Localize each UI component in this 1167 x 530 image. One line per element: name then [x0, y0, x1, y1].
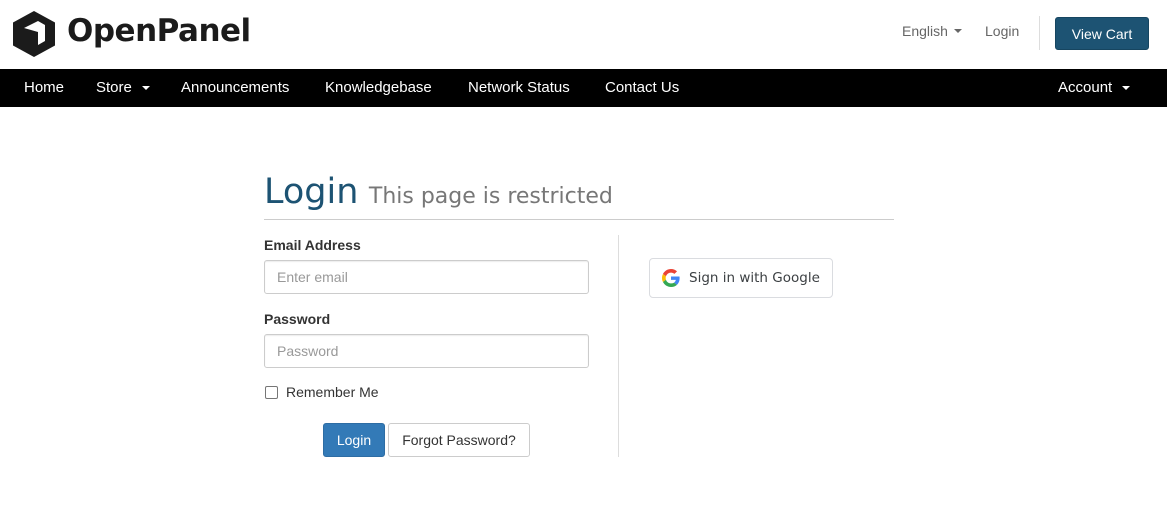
login-button[interactable]: Login — [323, 423, 385, 457]
nav-account[interactable]: Account — [1058, 69, 1131, 107]
header-divider — [1039, 16, 1040, 50]
view-cart-button[interactable]: View Cart — [1055, 17, 1149, 50]
forgot-password-button[interactable]: Forgot Password? — [388, 423, 530, 457]
language-selector[interactable]: English — [902, 23, 962, 39]
nav-network-status-label: Network Status — [468, 79, 570, 96]
google-signin-label: Sign in with Google — [689, 270, 820, 286]
nav-home-label: Home — [24, 79, 65, 96]
title-divider — [264, 219, 894, 220]
header-login-link[interactable]: Login — [985, 23, 1019, 39]
main-navbar: Home Store Announcements Knowledgebase N… — [0, 69, 1167, 107]
page-subtitle: This page is restricted — [368, 184, 613, 209]
remember-me: Remember Me — [264, 384, 379, 400]
nav-account-label: Account — [1058, 79, 1113, 96]
caret-down-icon — [1122, 86, 1131, 90]
google-signin-button[interactable]: Sign in with Google — [649, 258, 833, 298]
nav-announcements[interactable]: Announcements — [181, 69, 289, 107]
email-input[interactable] — [264, 260, 589, 294]
caret-down-icon — [953, 29, 962, 33]
caret-down-icon — [141, 86, 150, 90]
openpanel-logo-icon — [13, 11, 55, 57]
site-header: OpenPanel English Login View Cart — [0, 0, 1167, 69]
nav-knowledgebase[interactable]: Knowledgebase — [325, 69, 432, 107]
nav-announcements-label: Announcements — [181, 79, 290, 96]
nav-network-status[interactable]: Network Status — [468, 69, 570, 107]
remember-me-checkbox[interactable] — [265, 385, 278, 399]
page-title: Login — [264, 172, 359, 212]
email-label: Email Address — [264, 237, 361, 253]
nav-home[interactable]: Home — [24, 69, 64, 107]
password-input[interactable] — [264, 334, 589, 368]
password-label: Password — [264, 311, 331, 327]
language-label: English — [902, 23, 948, 39]
column-divider — [618, 235, 619, 457]
brand-name: OpenPanel — [67, 13, 251, 49]
nav-store-label: Store — [96, 79, 132, 96]
nav-contact-us-label: Contact Us — [605, 79, 680, 96]
google-g-icon — [662, 269, 680, 287]
brand-logo[interactable]: OpenPanel — [12, 10, 251, 58]
page-header: Login This page is restricted — [264, 172, 613, 212]
nav-contact-us[interactable]: Contact Us — [605, 69, 679, 107]
remember-me-label: Remember Me — [286, 384, 379, 400]
nav-store[interactable]: Store — [96, 69, 150, 107]
nav-knowledgebase-label: Knowledgebase — [325, 79, 432, 96]
